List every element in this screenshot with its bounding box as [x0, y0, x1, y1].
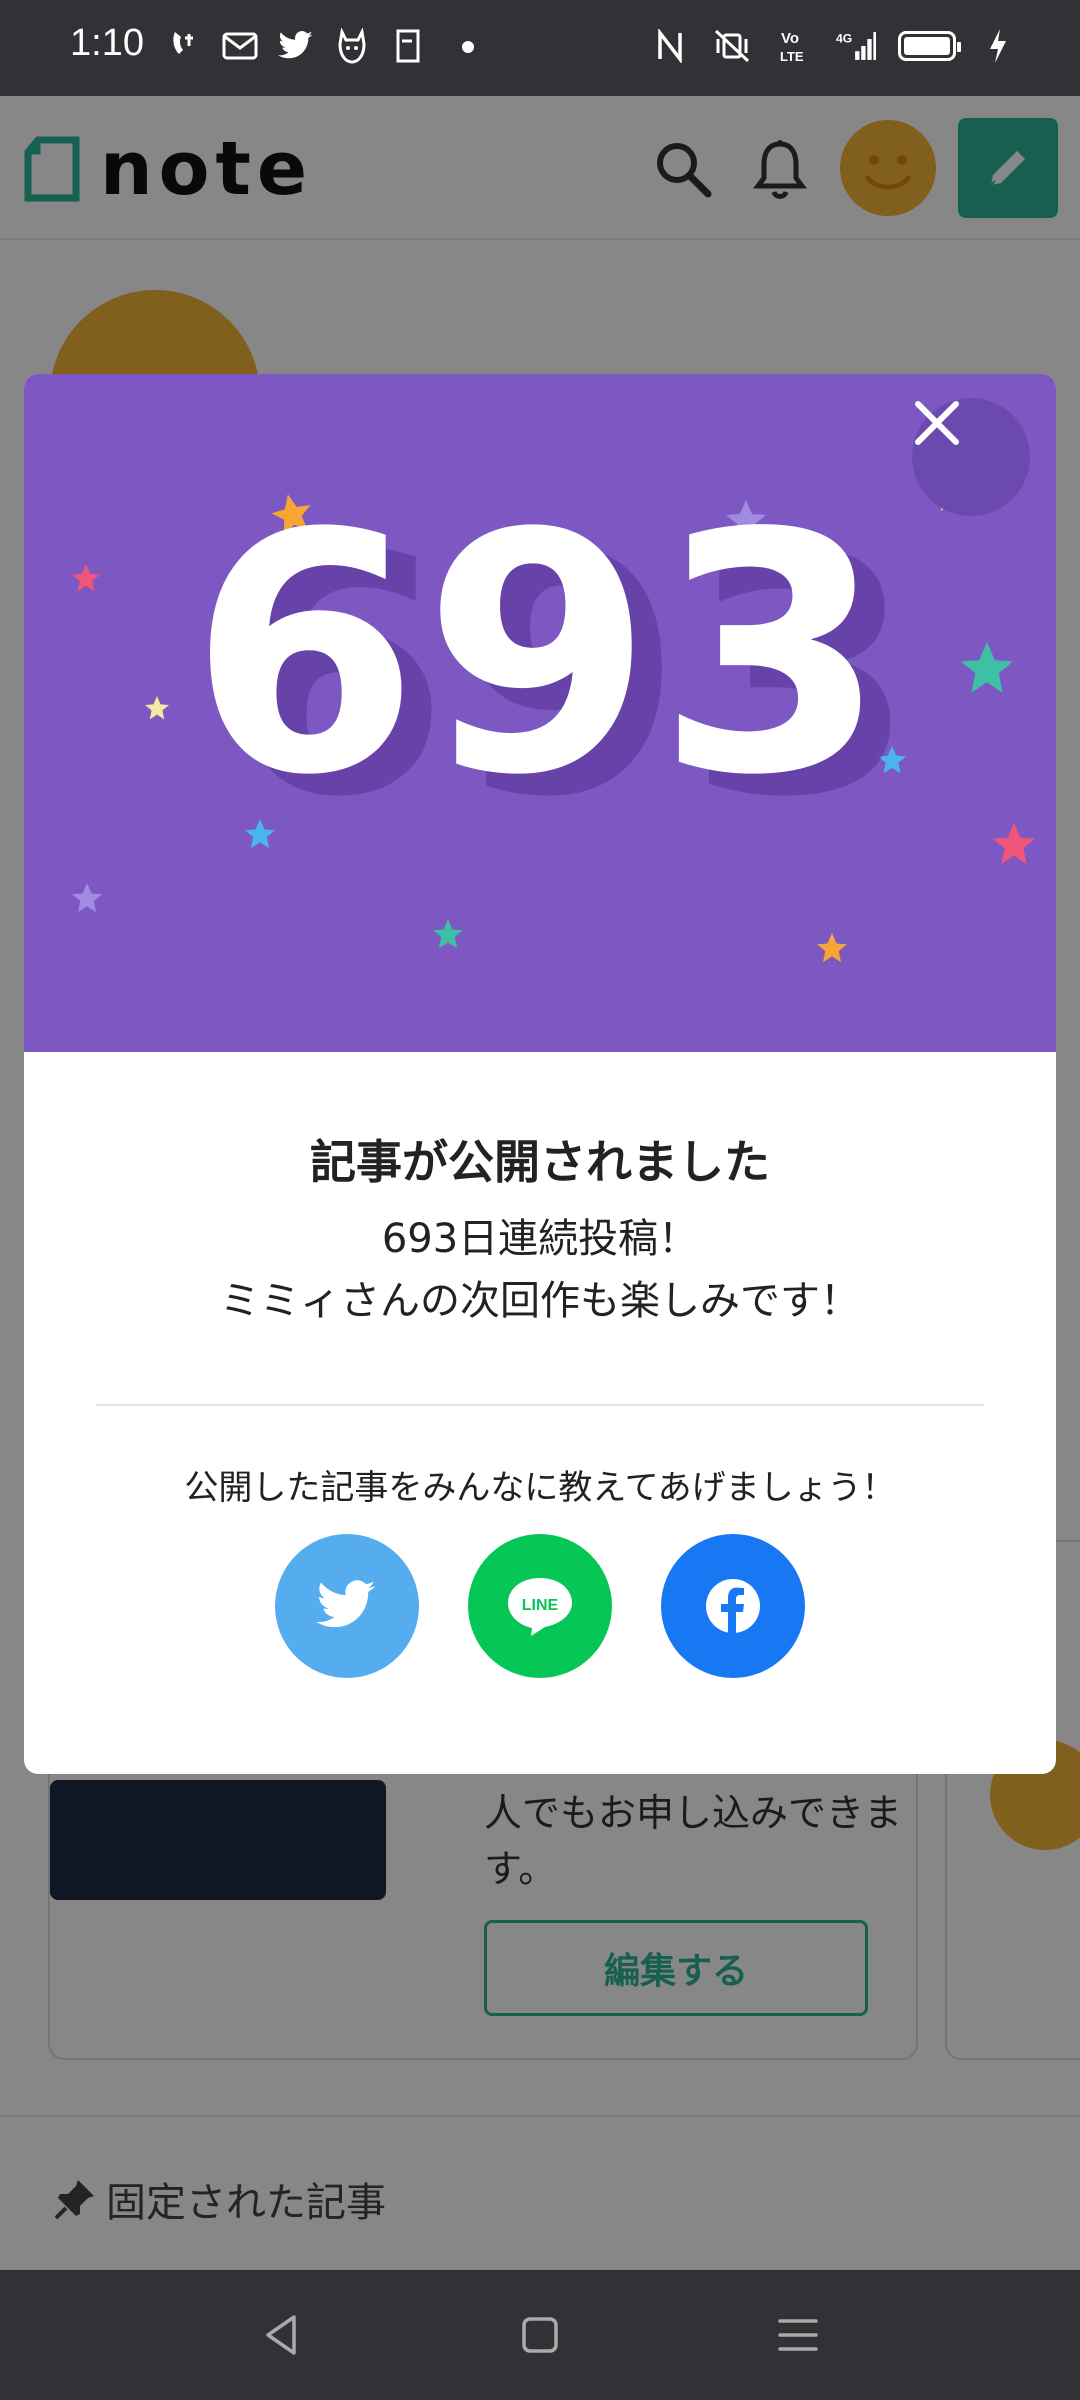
status-time: 1:10 [70, 22, 144, 64]
share-prompt: 公開した記事をみんなに教えてあげましょう！ [184, 1468, 896, 1508]
more-notifications-dot [462, 41, 474, 53]
streak-message: 693日連続投稿！ [381, 1216, 699, 1262]
home-icon[interactable] [510, 2305, 570, 2365]
streak-count: 693 [189, 463, 891, 847]
modal-hero: 693 [24, 374, 1056, 1052]
publish-success-modal: 693 記事が公開されました 693日連続投稿！ ミミィさんの次回作も楽しみです… [24, 374, 1056, 1774]
mail-icon [222, 28, 258, 64]
svg-text:LTE: LTE [780, 49, 804, 64]
nfc-icon [650, 26, 690, 66]
modal-message: 693日連続投稿！ ミミィさんの次回作も楽しみです！ [24, 1208, 1056, 1332]
line-icon: LINE [508, 1578, 572, 1636]
twitter-icon [278, 28, 314, 64]
facebook-share-button[interactable] [661, 1534, 805, 1678]
cat-app-icon [334, 28, 370, 64]
volte-icon: Vo LTE [774, 26, 814, 66]
notification-icons [166, 28, 474, 64]
svg-text:Vo: Vo [781, 30, 799, 47]
battery-icon [898, 31, 961, 61]
missed-call-icon [166, 28, 202, 64]
line-icon-label: LINE [522, 1597, 559, 1614]
system-nav-bar [0, 2270, 1080, 2400]
svg-text:4G: 4G [836, 32, 852, 46]
share-buttons: LINE [275, 1534, 805, 1678]
twitter-share-button[interactable] [275, 1534, 419, 1678]
line-share-button[interactable]: LINE [468, 1534, 612, 1678]
modal-divider [96, 1404, 984, 1406]
document-icon [390, 28, 426, 64]
facebook-icon [706, 1579, 760, 1634]
twitter-icon [316, 1580, 376, 1628]
vibrate-mute-icon [712, 26, 752, 66]
back-icon[interactable] [252, 2305, 312, 2365]
close-icon [915, 401, 959, 445]
menu-icon[interactable] [768, 2305, 828, 2365]
modal-title: 記事が公開されました [310, 1135, 770, 1189]
system-icons: Vo LTE 4G [650, 26, 1018, 66]
encouragement-message: ミミィさんの次回作も楽しみです！ [220, 1278, 860, 1324]
charging-icon [978, 26, 1018, 66]
signal-4g-icon: 4G [836, 26, 876, 66]
close-button[interactable] [912, 398, 1030, 516]
status-bar: 1:10 Vo LTE 4G [0, 0, 1080, 96]
